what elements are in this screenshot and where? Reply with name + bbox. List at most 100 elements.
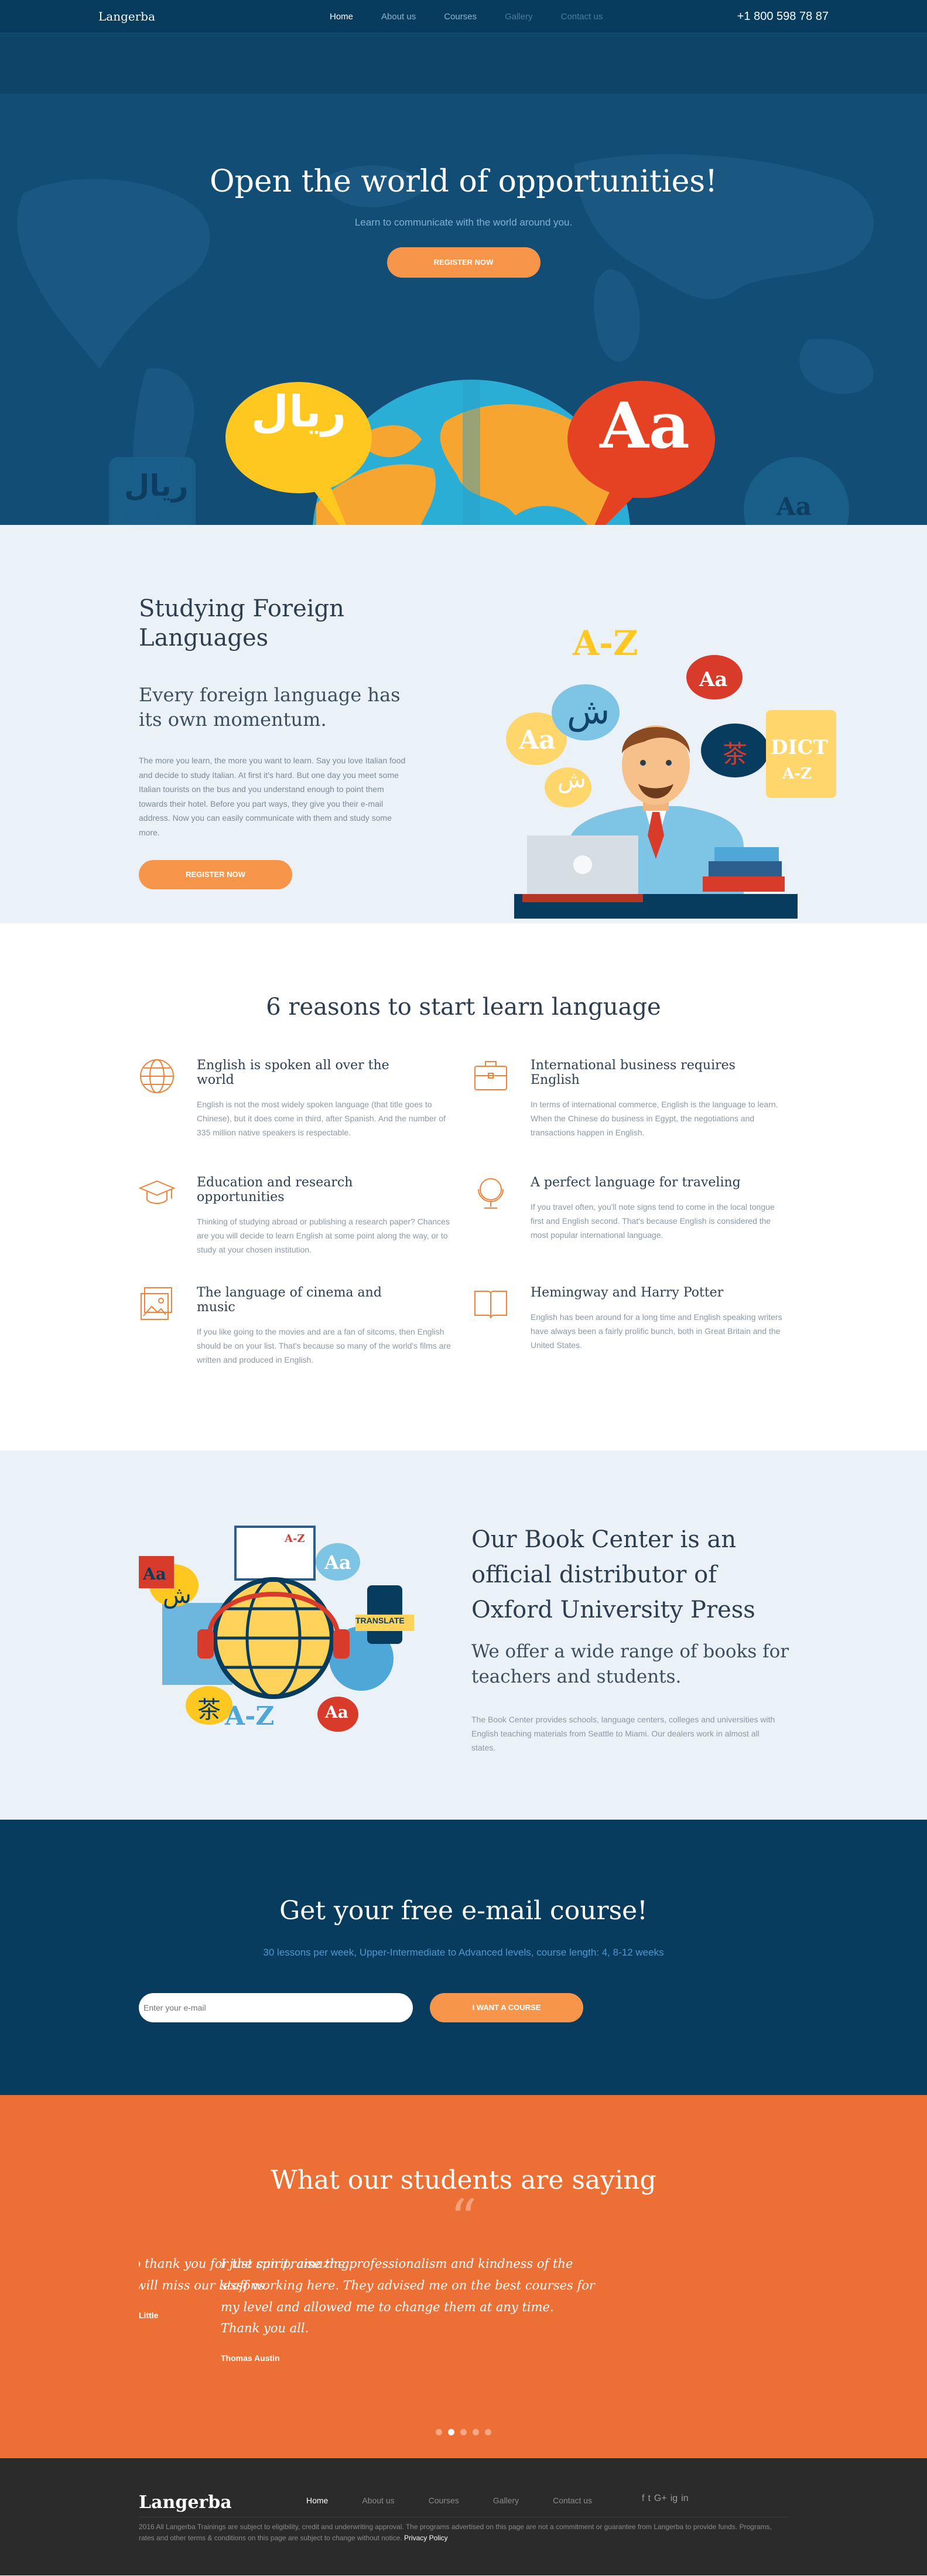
footer-nav-gallery[interactable]: Gallery [493,2496,519,2505]
art-dict-label: DICT [771,736,828,759]
email-course-section: Get your free e-mail course! 30 lessons … [0,1820,927,2095]
reason-title: A perfect language for traveling [531,1175,741,1190]
book-subtitle: We offer a wide range of books for teach… [471,1641,789,1688]
testimonials-title: What our students are saying [271,2165,656,2195]
book-center-section: Aa Aa ش A-Z TRANSLATE 茶 A-Z Aa Our Book … [0,1451,927,1820]
testimonials-section: What our students are saying “ Langerba!… [0,2095,927,2458]
reason-text: English has been around for a long time … [531,1312,782,1350]
carousel-dots [0,2429,927,2435]
reasons-title: 6 reasons to start learn language [266,994,661,1021]
reason-text: English is not the most widely spoken la… [197,1100,446,1137]
bg-arabic-glyph: ريال [124,469,189,503]
reason-item: Hemingway and Harry Potter English has b… [473,1285,782,1352]
footer-nav: Home About us Courses Gallery Contact us [306,2496,592,2505]
reasons-section: 6 reasons to start learn language Englis… [0,923,927,1451]
email-input[interactable] [139,1993,413,2022]
art-dict-az-label: A-Z [782,765,812,783]
testimonial-carousel[interactable]: Langerba! I would like to thank you for … [139,2253,596,2370]
hero-section: Open the world of opportunities! Learn t… [0,94,927,525]
study-subtitle: Every foreign language has its own momen… [139,684,401,731]
social-links: f t G+ ig in [642,2493,689,2504]
book-title: Our Book Center is an official distribut… [471,1526,755,1623]
footer-nav-contact[interactable]: Contact us [553,2496,592,2505]
globe-icon [140,1059,174,1093]
top-navbar: Langerba Home About us Courses Gallery C… [0,0,927,94]
site-logo[interactable]: Langerba [98,9,155,23]
book-art-aa-top: Aa [324,1551,351,1574]
globe-illustration [225,380,715,525]
main-nav: Home About us Courses Gallery Contact us [330,12,603,22]
book-art-chinese: 茶 [197,1697,221,1724]
carousel-dot-active[interactable] [448,2429,454,2435]
book-art-translate: TRANSLATE [355,1616,405,1625]
footer-nav-courses[interactable]: Courses [429,2496,459,2505]
twitter-icon[interactable]: t [648,2493,650,2504]
testimonial-slide: I just can praise the professionalism an… [221,2253,596,2363]
copyright-text: 2016 All Langerba Trainings are subject … [139,2523,772,2543]
art-chinese-label: 茶 [723,740,748,769]
testimonial-text: I just can praise the professionalism an… [221,2257,595,2336]
carousel-dot[interactable] [485,2429,491,2435]
art-arabic-label: ش [567,691,610,732]
book-text: The Book Center provides schools, langua… [471,1715,775,1752]
art-arabic-small-label: ش [557,766,586,793]
book-art-az: A-Z [285,1533,305,1545]
teacher-illustration [506,655,836,919]
reason-text: In terms of international commerce, Engl… [531,1100,778,1137]
footer-nav-home[interactable]: Home [306,2496,328,2505]
briefcase-icon [474,1061,507,1090]
carousel-dot[interactable] [436,2429,442,2435]
reason-text: If you like going to the movies and are … [197,1327,451,1364]
google-plus-icon[interactable]: G+ [654,2493,667,2504]
reason-item: English is spoken all over the world Eng… [139,1058,446,1139]
facebook-icon[interactable]: f [642,2493,644,2504]
email-subtitle: 30 lessons per week, Upper-Intermediate … [263,1947,664,1958]
nav-about[interactable]: About us [381,12,416,22]
art-aa-red-label: Aa [699,668,728,691]
reason-item: International business requires English … [473,1058,778,1139]
quote-mark-icon: “ [450,2188,477,2250]
reason-item: The language of cinema and music If you … [139,1285,451,1367]
privacy-policy-link[interactable]: Privacy Policy [404,2534,448,2542]
reason-title: English is spoken all over the world [197,1058,389,1087]
nav-courses[interactable]: Courses [444,12,477,22]
linkedin-icon[interactable]: in [681,2493,688,2504]
book-art-az-bottom: A-Z [225,1701,275,1731]
reason-item: Education and research opportunities Thi… [139,1175,450,1257]
study-text: The more you learn, the more you want to… [139,756,406,837]
open-book-icon [474,1291,507,1319]
bubble-latin-text: Aa [600,389,690,463]
art-aa-yellow-label: Aa [519,725,556,755]
nav-contact[interactable]: Contact us [561,12,603,22]
want-course-button[interactable]: I WANT A COURSE [430,1993,583,2022]
instagram-icon[interactable]: ig [671,2493,678,2504]
book-art-aa-bottom: Aa [325,1702,348,1722]
study-register-button[interactable]: REGISTER NOW [139,860,292,889]
bg-latin-glyph: Aa [777,492,812,521]
reason-title: International business requires English [531,1058,736,1087]
reason-title: Education and research opportunities [197,1175,353,1205]
reason-text: Thinking of studying abroad or publishin… [197,1217,450,1254]
bubble-arabic-text: ريال [251,387,347,437]
book-art-arabic: ش [163,1582,191,1609]
study-title: Studying Foreign Languages [139,595,344,651]
nav-home[interactable]: Home [330,12,353,22]
email-title: Get your free e-mail course! [279,1896,648,1926]
navbar: Langerba Home About us Courses Gallery C… [0,0,927,33]
site-footer: Langerba Home About us Courses Gallery C… [0,2458,927,2575]
reason-item: A perfect language for traveling If you … [473,1175,775,1242]
header-subbar [0,33,927,94]
graduation-cap-icon [139,1180,175,1204]
phone-number[interactable]: +1 800 598 78 87 [737,10,829,23]
reason-title: The language of cinema and music [197,1285,382,1315]
picture-icon [141,1287,172,1320]
nav-gallery[interactable]: Gallery [505,12,533,22]
globe-stand-icon [478,1178,504,1209]
footer-logo[interactable]: Langerba [139,2492,232,2513]
carousel-dot[interactable] [473,2429,479,2435]
book-art-aa-red: Aa [143,1564,166,1584]
study-section: Studying Foreign Languages Every foreign… [0,525,927,923]
footer-nav-about[interactable]: About us [362,2496,394,2505]
carousel-dot[interactable] [460,2429,467,2435]
translation-illustration [139,1526,414,1732]
